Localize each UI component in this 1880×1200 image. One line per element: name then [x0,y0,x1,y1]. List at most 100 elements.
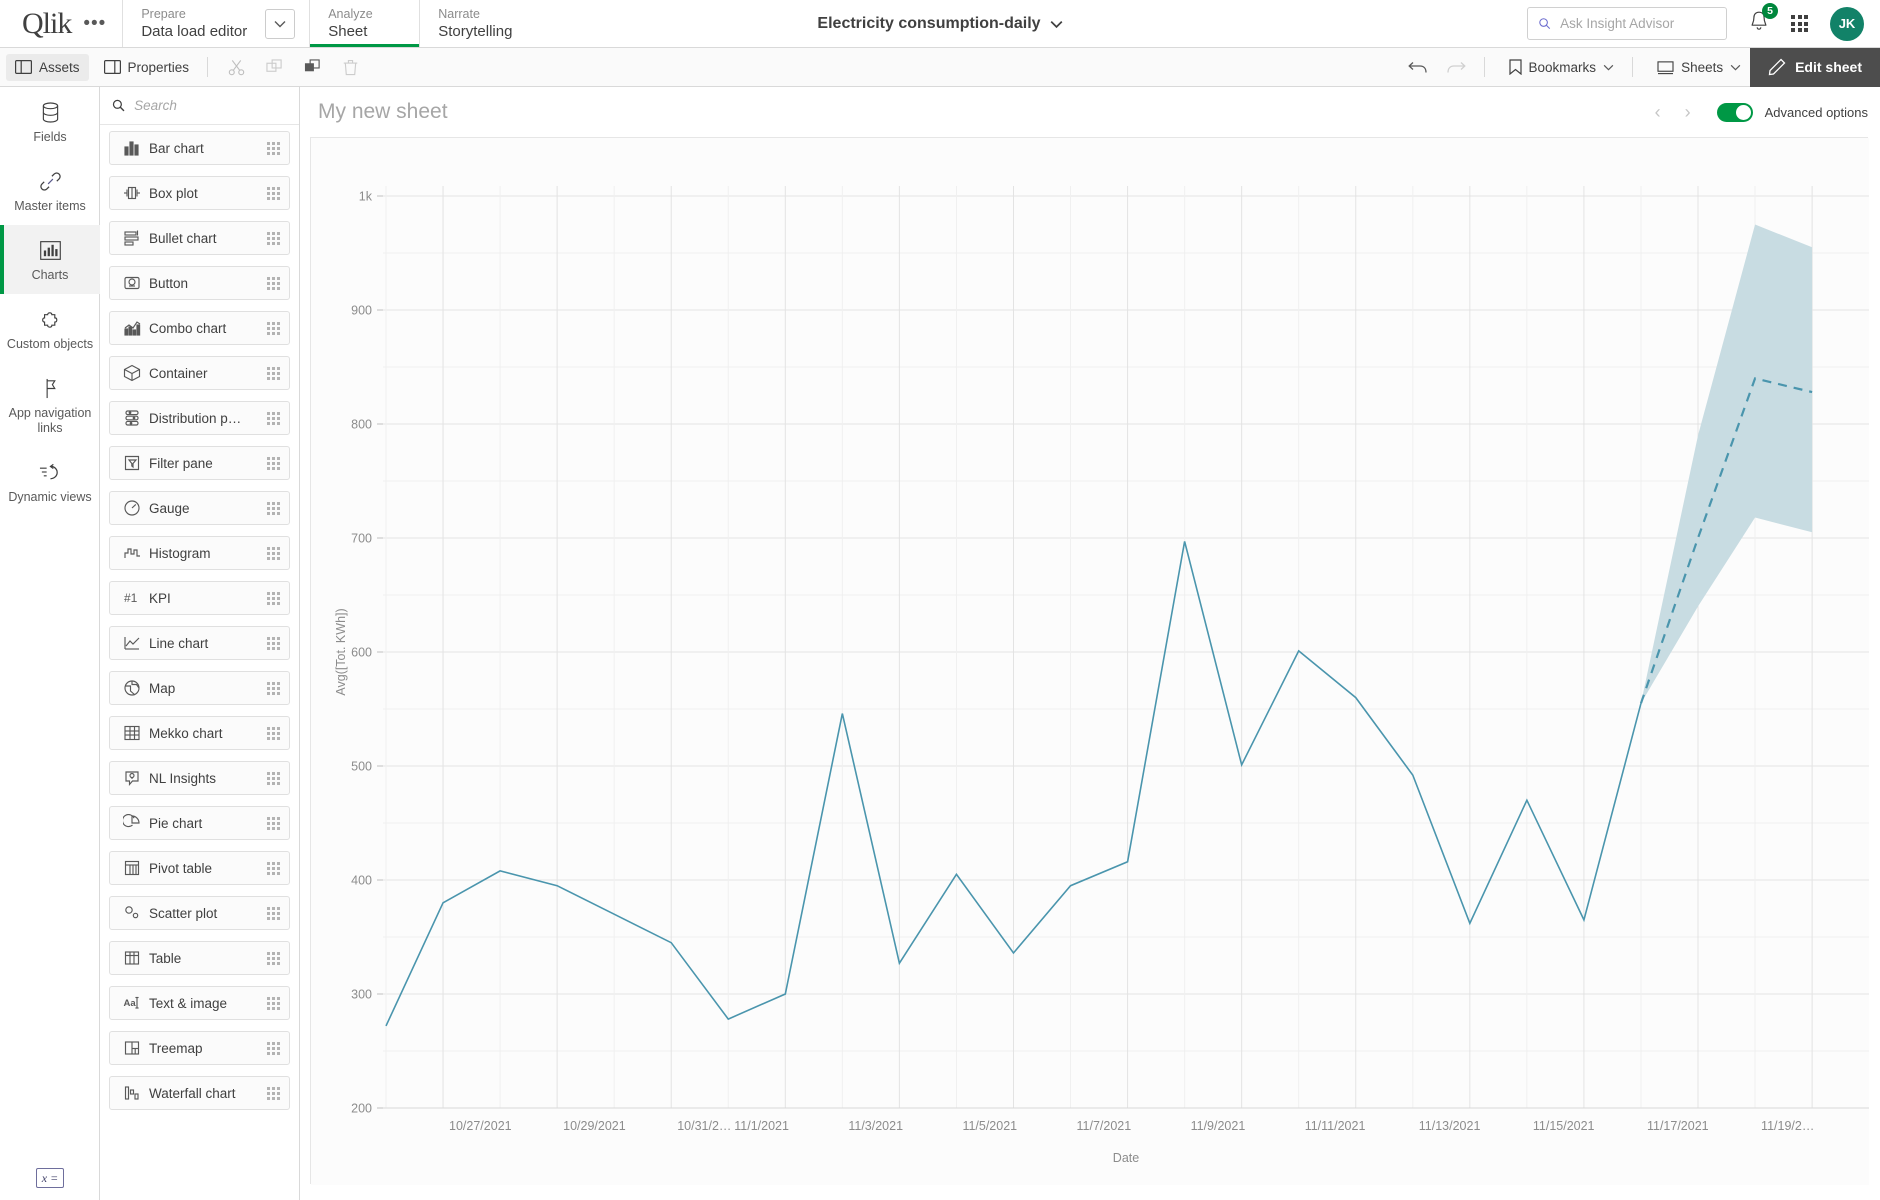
chevron-right-icon: › [1684,101,1691,122]
drag-handle-icon[interactable] [267,996,280,1010]
expression-icon[interactable]: x = [36,1168,64,1188]
rail-item-charts[interactable]: Charts [0,225,100,294]
drag-handle-icon[interactable] [267,681,280,695]
chart-item-line-chart[interactable]: Line chart [109,626,290,660]
drag-handle-icon[interactable] [267,636,280,650]
chart-item-label: Gauge [149,500,190,516]
sheet-toolbar: Assets Properties Bookmarks Sheets Edit … [0,47,1880,87]
rail-item-app-navigation-links[interactable]: App navigation links [0,363,100,447]
bookmarks-button[interactable]: Bookmarks [1500,54,1624,81]
drag-handle-icon[interactable] [267,411,280,425]
nav-section-analyze[interactable]: Analyze Sheet [309,0,420,47]
drag-handle-icon[interactable] [267,186,280,200]
drag-handle-icon[interactable] [267,501,280,515]
app-title-button[interactable]: Electricity consumption-daily [817,15,1062,33]
nav-section-prepare[interactable]: Prepare Data load editor [123,6,265,41]
filter-pane-icon [124,455,140,471]
chart-item-bullet-chart[interactable]: Bullet chart [109,221,290,255]
chart-item-container[interactable]: Container [109,356,290,390]
assets-toggle-button[interactable]: Assets [6,53,89,81]
grid-dot [1797,21,1802,26]
app-grid-icon[interactable] [1791,15,1808,32]
delete-button[interactable] [335,54,365,81]
edit-sheet-button[interactable]: Edit sheet [1750,47,1880,87]
chart-item-combo-chart[interactable]: Combo chart [109,311,290,345]
drag-handle-icon[interactable] [267,456,280,470]
chart-item-distribution-p[interactable]: Distribution p… [109,401,290,435]
advanced-options-toggle[interactable] [1716,102,1753,122]
chart-item-scatter-plot[interactable]: Scatter plot [109,896,290,930]
chart-type-list[interactable]: Bar chart Box plot Bullet chart Button Combo… [100,125,299,1200]
chart-item-table[interactable]: Table [109,941,290,975]
assets-search-input[interactable] [134,98,287,113]
redo-icon [1446,61,1466,73]
drag-handle-icon[interactable] [267,861,280,875]
drag-handle-icon[interactable] [267,546,280,560]
copy-button[interactable] [259,54,289,81]
chart-item-gauge[interactable]: Gauge [109,491,290,525]
chart-item-label: Text & image [149,995,228,1011]
nav-section-analyze-bottom: Sheet [328,23,368,40]
paste-button[interactable] [297,54,327,81]
rail-item-master-items[interactable]: Master items [0,156,100,225]
undo-button[interactable] [1403,54,1433,81]
chevron-down-icon [274,20,286,27]
combo-chart-icon [119,319,145,337]
drag-handle-icon[interactable] [267,591,280,605]
chart-item-map[interactable]: Map [109,671,290,705]
qlik-logo[interactable]: Qlik [0,0,81,47]
avatar[interactable]: JK [1830,6,1864,41]
redo-button[interactable] [1441,54,1471,81]
drag-handle-icon[interactable] [267,231,280,245]
properties-toggle-button[interactable]: Properties [95,54,199,81]
chart-item-histogram[interactable]: Histogram [109,536,290,570]
prepare-dropdown-button[interactable] [265,8,296,39]
chart-item-waterfall-chart[interactable]: Waterfall chart [109,1076,290,1110]
drag-handle-icon[interactable] [267,141,280,155]
pie-chart-icon [123,814,140,828]
chart-item-text-image[interactable]: Aa Text & image [109,986,290,1020]
notifications-button[interactable]: 5 [1749,3,1778,37]
table-icon [124,951,140,965]
button-icon [124,276,140,290]
drag-handle-icon[interactable] [267,321,280,335]
drag-handle-icon[interactable] [267,1041,280,1055]
search-input[interactable] [1560,16,1716,31]
insight-advisor-search[interactable] [1527,7,1727,40]
chart-item-bar-chart[interactable]: Bar chart [109,131,290,165]
chart-item-pie-chart[interactable]: Pie chart [109,806,290,840]
trash-icon [343,59,357,75]
chart-item-mekko-chart[interactable]: Mekko chart [109,716,290,750]
rail-item-custom-objects[interactable]: Custom objects [0,294,100,363]
drag-handle-icon[interactable] [267,366,280,380]
chart-item-box-plot[interactable]: Box plot [109,176,290,210]
sheets-button[interactable]: Sheets [1648,54,1750,81]
chart-item-pivot-table[interactable]: Pivot table [109,851,290,885]
chart-item-nl-insights[interactable]: NL Insights [109,761,290,795]
next-sheet-button[interactable]: › [1673,97,1703,127]
cut-button[interactable] [221,54,251,81]
chart-item-button[interactable]: Button [109,266,290,300]
previous-sheet-button[interactable]: ‹ [1643,97,1673,127]
database-icon [4,100,96,124]
x-axis-tick-label: 11/7/2021 [1077,1119,1132,1133]
line-chart-svg[interactable]: 200 300 400 500 600 700 800 900 1k Avg([Tot. KWh]… [311,138,1869,1185]
drag-handle-icon[interactable] [267,816,280,830]
drag-handle-icon[interactable] [267,276,280,290]
nav-section-narrate[interactable]: Narrate Storytelling [419,0,530,47]
drag-handle-icon[interactable] [267,1086,280,1100]
chart-item-filter-pane[interactable]: Filter pane [109,446,290,480]
drag-handle-icon[interactable] [267,726,280,740]
drag-handle-icon[interactable] [267,771,280,785]
drag-handle-icon[interactable] [267,906,280,920]
chart-object[interactable]: Daily electricity consumption in KW hour… [310,137,1869,1185]
x-axis-tick-label: 11/19/2… [1761,1119,1814,1133]
rail-item-dynamic-views[interactable]: Dynamic views [0,447,100,516]
assets-search-box[interactable] [100,87,299,125]
rail-item-fields[interactable]: Fields [0,87,100,156]
drag-handle-icon[interactable] [267,951,280,965]
chart-item-treemap[interactable]: Treemap [109,1031,290,1065]
more-menu-button[interactable]: ••• [81,0,122,47]
chart-item-kpi[interactable]: #1 KPI [109,581,290,615]
gauge-icon [124,500,140,516]
